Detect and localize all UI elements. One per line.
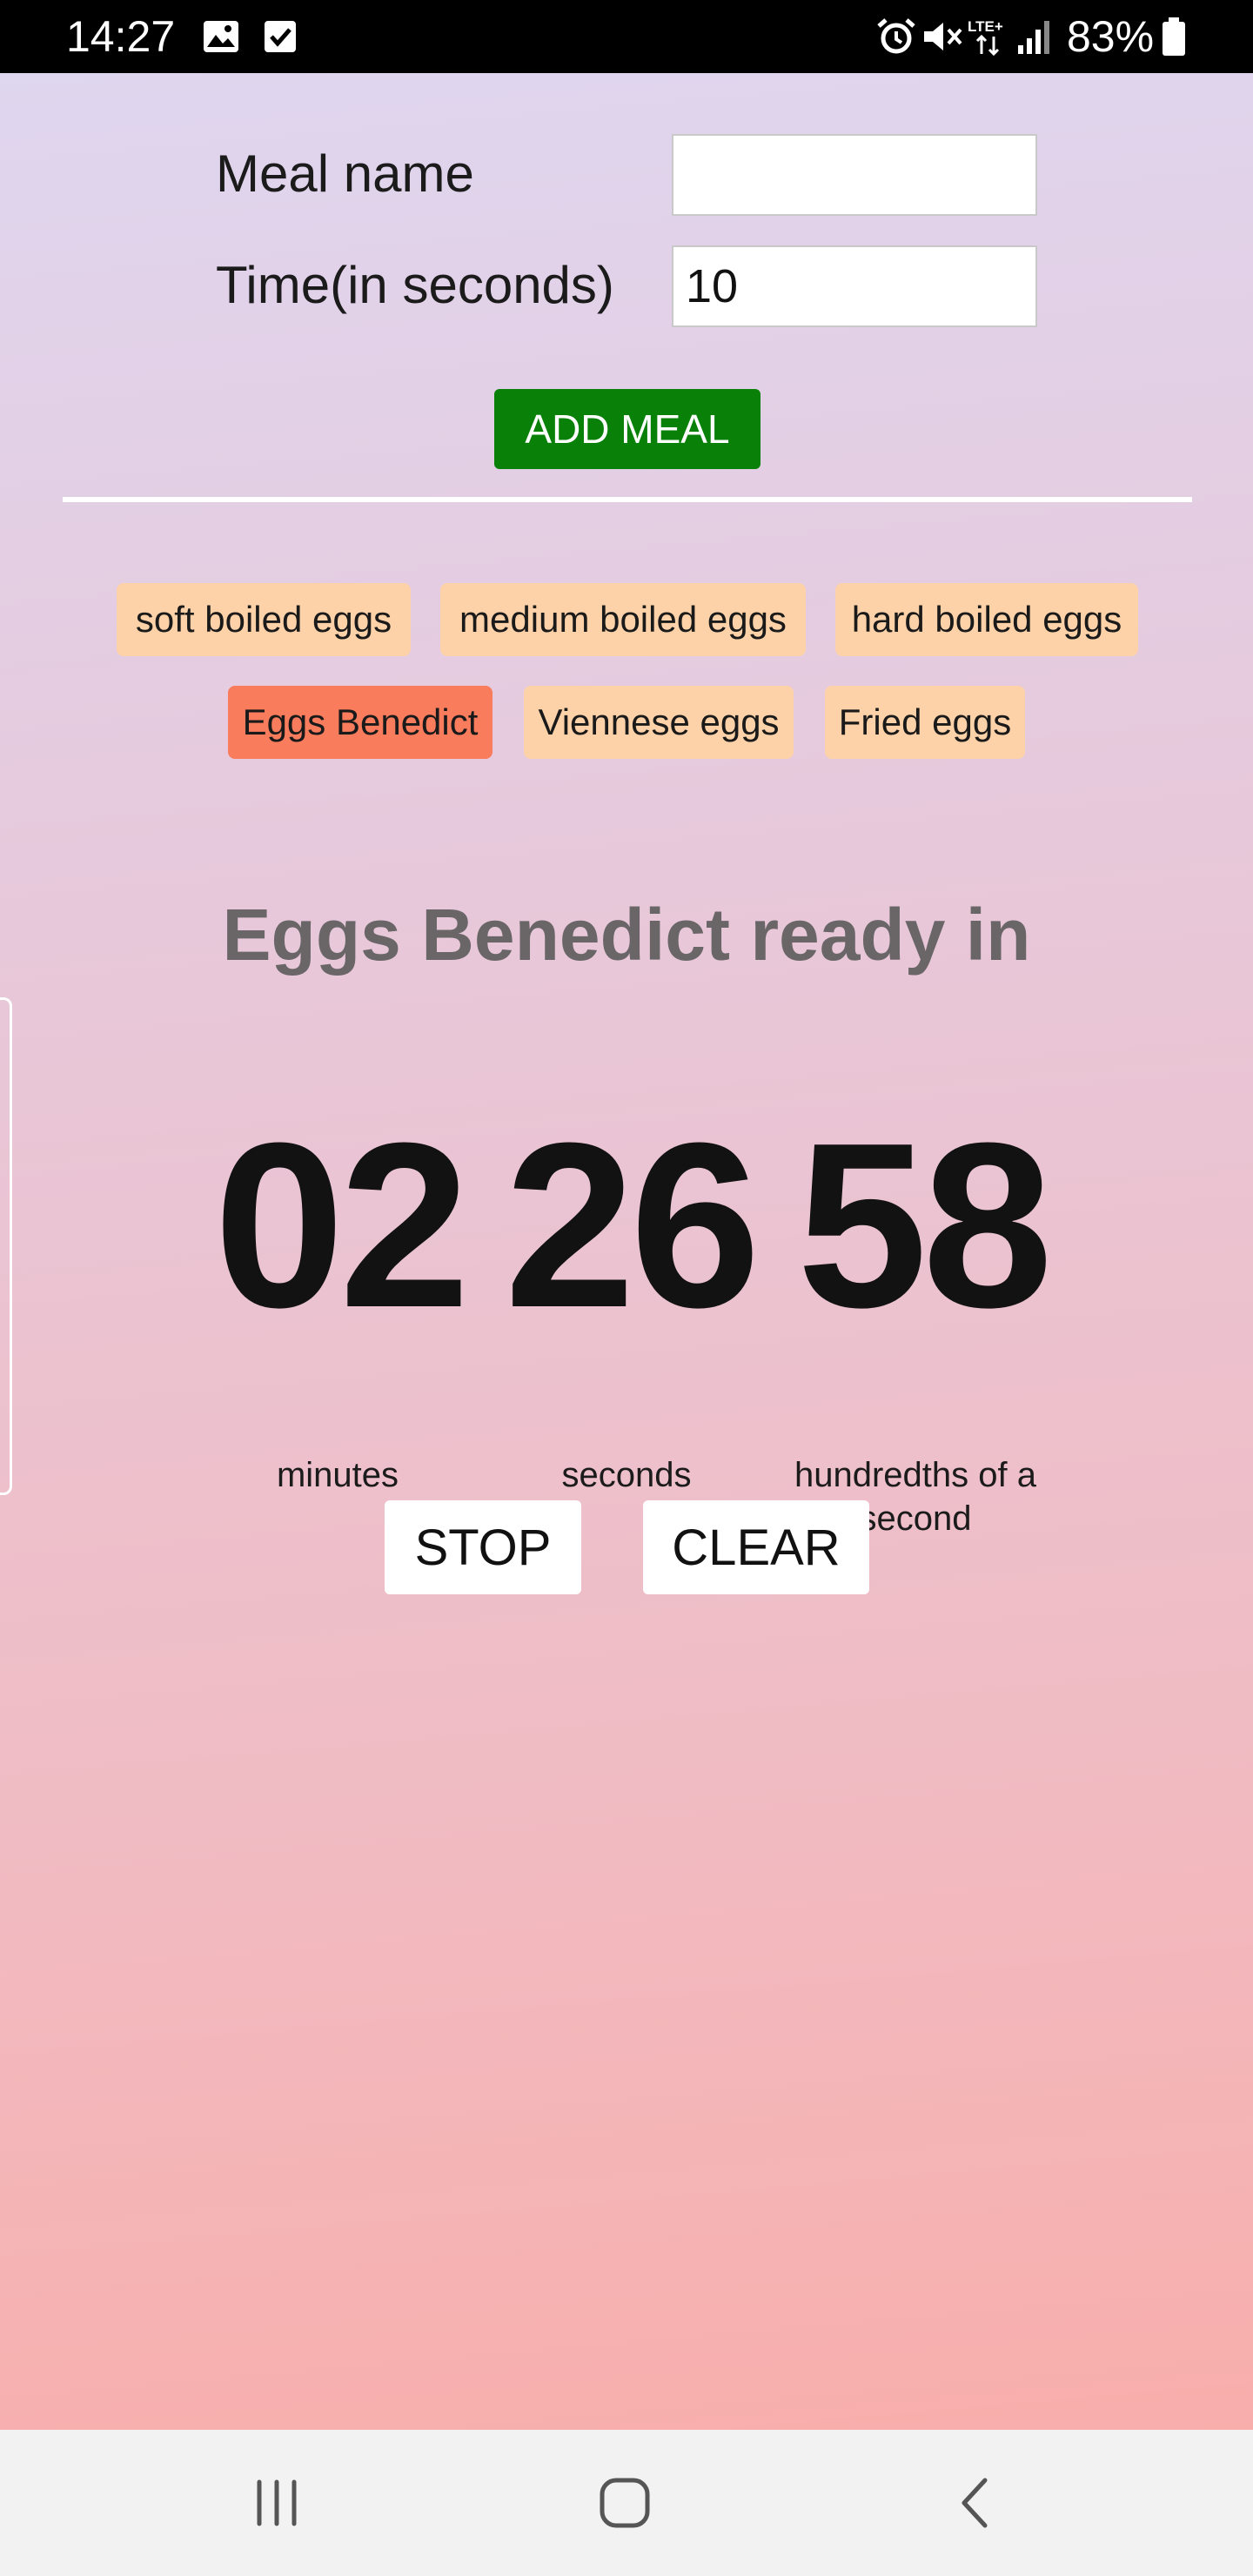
meal-chip-soft-boiled-eggs[interactable]: soft boiled eggs	[117, 583, 411, 656]
meal-chip-fried-eggs[interactable]: Fried eggs	[825, 686, 1025, 759]
time-label: Time(in seconds)	[216, 256, 614, 314]
home-icon[interactable]	[597, 2477, 653, 2529]
mute-icon	[924, 23, 962, 50]
minutes-value: 02	[213, 1095, 470, 1357]
meal-chip-medium-boiled-eggs[interactable]: medium boiled eggs	[440, 583, 806, 656]
lte-icon: LTE+	[968, 18, 1003, 56]
signal-icon	[1018, 21, 1049, 54]
check-icon	[265, 21, 296, 52]
status-time: 14:27	[66, 12, 176, 61]
timer-title: Eggs Benedict ready in	[222, 894, 1031, 976]
add-meal-button[interactable]: ADD MEAL	[494, 389, 761, 469]
meal-chip-hard-boiled-eggs[interactable]: hard boiled eggs	[835, 583, 1138, 656]
hundredths-value: 58	[796, 1095, 1053, 1357]
stop-button[interactable]: STOP	[385, 1500, 581, 1594]
back-icon[interactable]	[950, 2477, 1006, 2529]
alarm-icon	[877, 18, 915, 54]
meal-name-input[interactable]	[672, 134, 1037, 216]
time-input[interactable]	[672, 245, 1037, 327]
divider	[63, 497, 1192, 502]
meal-name-label: Meal name	[216, 144, 474, 203]
status-bar: 14:27 LTE+ 83%	[0, 0, 1253, 73]
egg-timer-app: Meal name Time(in seconds) ADD MEAL soft…	[0, 73, 1253, 2430]
clear-button[interactable]: CLEAR	[643, 1500, 869, 1594]
edge-panel-handle[interactable]	[0, 997, 12, 1495]
minutes-label: minutes	[276, 1456, 399, 1494]
battery-icon	[1163, 17, 1185, 56]
recent-apps-icon[interactable]	[249, 2477, 305, 2529]
meal-chip-eggs-benedict[interactable]: Eggs Benedict	[228, 686, 492, 759]
seconds-label: seconds	[561, 1456, 692, 1494]
gallery-icon	[204, 21, 238, 52]
battery-percentage: 83%	[1067, 12, 1155, 61]
meal-chip-viennese-eggs[interactable]: Viennese eggs	[524, 686, 794, 759]
navigation-bar	[0, 2430, 1253, 2576]
svg-text:LTE+: LTE+	[968, 18, 1003, 35]
seconds-value: 26	[504, 1095, 761, 1357]
